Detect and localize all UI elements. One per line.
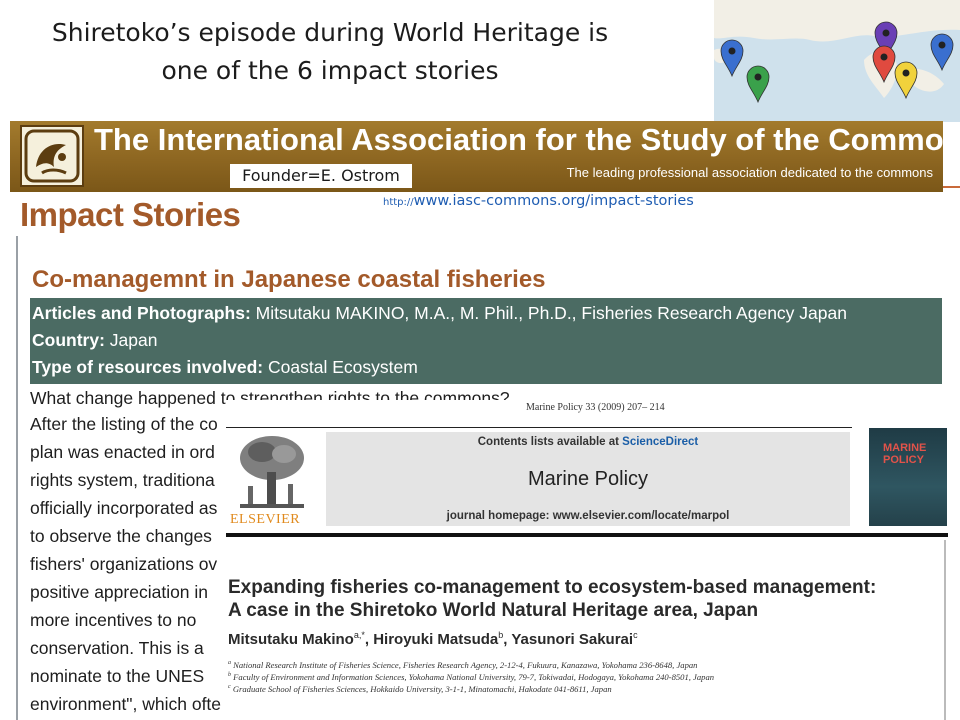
journal-name: Marine Policy <box>527 468 649 490</box>
info-label: Articles and Photographs: <box>32 303 251 323</box>
iasc-banner: The International Association for the St… <box>10 121 960 192</box>
journal-homepage: journal homepage: www.elsevier.com/locat… <box>446 510 730 522</box>
affiliation: a National Research Institute of Fisheri… <box>228 660 697 670</box>
slide-title-line2: one of the 6 impact stories <box>161 56 499 85</box>
affiliation-text: National Research Institute of Fisheries… <box>233 660 698 670</box>
body-line: more incentives to no <box>30 610 197 630</box>
elsevier-label: ELSEVIER <box>230 512 301 527</box>
affiliation: b Faculty of Environment and Information… <box>228 672 714 682</box>
map-pin-icon[interactable] <box>746 65 770 104</box>
accent-line <box>943 186 960 188</box>
article-title: Co-managemnt in Japanese coastal fisheri… <box>32 266 546 293</box>
paper-citation: Marine Policy 33 (2009) 207– 214 <box>526 402 665 413</box>
paper-rule <box>226 427 852 428</box>
body-line: plan was enacted in ord <box>30 442 215 462</box>
body-line: rights system, traditiona <box>30 470 215 490</box>
banner-tagline: The leading professional association ded… <box>566 165 933 180</box>
elsevier-tree-icon <box>240 436 304 508</box>
body-line: After the listing of the co <box>30 414 218 434</box>
url-protocol: http:// <box>383 197 414 208</box>
world-map-thumbnail <box>714 0 960 122</box>
founder-label: Founder=E. Ostrom <box>230 164 412 188</box>
body-line: fishers' organizations ov <box>30 554 218 574</box>
slide-title-line1: Shiretoko’s episode during World Heritag… <box>51 18 609 47</box>
info-label: Type of resources involved: <box>32 357 264 377</box>
author-sup: a,* <box>353 630 365 640</box>
body-line: positive appreciation in <box>30 582 209 602</box>
affiliation-sup: c <box>228 684 231 691</box>
iasc-logo <box>20 125 84 187</box>
body-line: to observe the changes <box>30 526 212 546</box>
article-info-box: Articles and Photographs: Mitsutaku MAKI… <box>30 298 942 384</box>
affiliation: c Graduate School of Fisheries Sciences,… <box>228 684 612 694</box>
author-name: Yasunori Sakurai <box>511 631 634 648</box>
body-line: conservation. This is a <box>30 638 204 658</box>
page-right-rule <box>944 540 946 720</box>
marine-policy-paper: Marine Policy 33 (2009) 207– 214 ELSEVIE… <box>226 400 960 720</box>
page-left-rule <box>16 236 18 720</box>
sciencedirect-link[interactable]: ScienceDirect <box>622 436 698 448</box>
url-address: www.iasc-commons.org/impact-stories <box>413 193 694 209</box>
body-line: officially incorporated as <box>30 498 218 518</box>
elsevier-logo: ELSEVIER <box>230 432 312 528</box>
paper-title-line2: A case in the Shiretoko World Natural He… <box>228 600 759 621</box>
journal-cover: MARINE POLICY <box>869 428 947 526</box>
author-sup: b <box>498 630 504 640</box>
author-name: Hiroyuki Matsuda <box>373 631 499 648</box>
map-pin-icon[interactable] <box>930 33 954 72</box>
info-articles: Articles and Photographs: Mitsutaku MAKI… <box>30 303 847 324</box>
author-sup: c <box>633 630 638 640</box>
banner-title: The International Association for the St… <box>94 122 960 157</box>
paper-title: Expanding fisheries co-management to eco… <box>228 576 876 622</box>
affiliation-text: Graduate School of Fisheries Sciences, H… <box>232 684 612 694</box>
info-resources: Type of resources involved: Coastal Ecos… <box>30 357 418 378</box>
slide-title: Shiretoko’s episode during World Heritag… <box>20 14 640 90</box>
author-name: Mitsutaku Makino <box>228 631 354 648</box>
body-line: nominate to the UNES <box>30 666 205 686</box>
impact-stories-heading: Impact Stories <box>20 196 241 233</box>
journal-header: Contents lists available at ScienceDirec… <box>326 432 850 526</box>
affiliation-sup: a <box>228 660 231 667</box>
info-label: Country: <box>32 330 105 350</box>
map-pin-icon[interactable] <box>720 39 744 78</box>
contents-prefix: Contents lists available at <box>477 436 623 448</box>
info-value: Coastal Ecosystem <box>263 357 418 377</box>
info-value: Mitsutaku MAKINO, M.A., M. Phil., Ph.D.,… <box>250 303 847 323</box>
body-line: environment", which ofte <box>30 694 222 714</box>
info-value: Japan <box>104 330 158 350</box>
affiliation-text: Faculty of Environment and Information S… <box>233 672 715 682</box>
impact-stories-url[interactable]: http://www.iasc-commons.org/impact-stori… <box>383 193 694 209</box>
affiliation-sup: b <box>228 672 231 679</box>
paper-title-line1: Expanding fisheries co-management to eco… <box>228 577 877 598</box>
info-country: Country: Japan <box>30 330 157 351</box>
contents-line: Contents lists available at ScienceDirec… <box>326 436 850 448</box>
cover-title: MARINE POLICY <box>883 442 927 466</box>
paper-thick-rule <box>226 533 948 537</box>
map-pin-icon[interactable] <box>894 61 918 100</box>
paper-authors: Mitsutaku Makinoa,*, Hiroyuki Matsudab, … <box>228 630 638 648</box>
